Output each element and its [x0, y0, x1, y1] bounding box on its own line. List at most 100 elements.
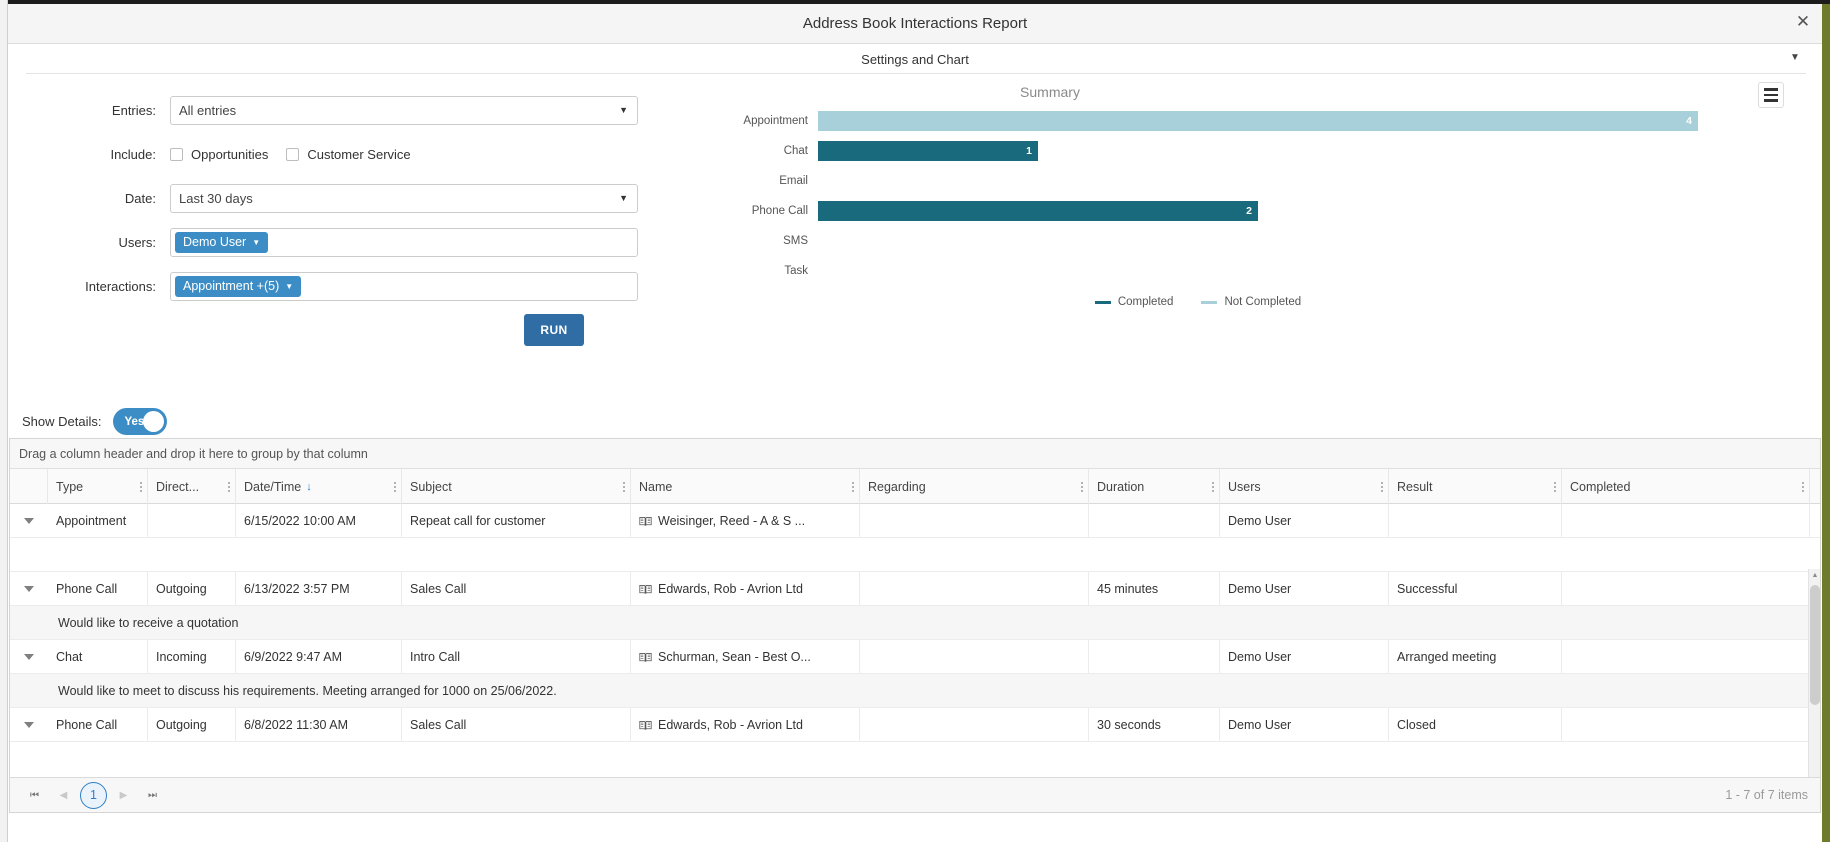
prev-page-icon[interactable]: ◀	[51, 783, 76, 808]
item-count-label: 1 - 7 of 7 items	[1725, 788, 1808, 802]
users-label: Users:	[118, 234, 156, 250]
chevron-down-icon: ▼	[252, 237, 261, 247]
legend-item[interactable]: Completed	[1094, 296, 1173, 308]
triangle-expand-icon[interactable]	[10, 572, 48, 606]
cell-type: Phone Call	[48, 708, 148, 742]
grid-vertical-scrollbar[interactable]: ▲	[1808, 569, 1820, 777]
cell-datetime: 6/13/2022 3:57 PM	[236, 572, 402, 606]
first-page-icon[interactable]: ⏮	[22, 783, 47, 808]
hamburger-icon[interactable]	[1758, 82, 1784, 108]
triangle-expand-icon[interactable]	[10, 504, 48, 538]
date-row: Date: Last 30 days ▼	[0, 176, 700, 220]
column-header-datetime[interactable]: Date/Time ↓	[236, 469, 402, 504]
column-header-type[interactable]: Type	[48, 469, 148, 504]
interactions-token[interactable]: Appointment +(5) ▼	[175, 275, 302, 297]
cell-result: Successful	[1389, 572, 1562, 606]
close-icon[interactable]: ✕	[1790, 8, 1816, 34]
interactions-token-label: Appointment +(5)	[183, 279, 280, 293]
column-menu-icon[interactable]	[394, 481, 396, 492]
chevron-down-icon: ▼	[619, 105, 628, 115]
chart-category-label: Email	[779, 175, 808, 187]
legend-item[interactable]: Not Completed	[1201, 296, 1301, 308]
cell-users: Demo User	[1220, 572, 1389, 606]
arrow-down-icon[interactable]: ↓	[306, 481, 312, 493]
chart-plot-area: Appointment 4 Chat 1 Email Phone Call 2 SMS Task	[700, 106, 1800, 286]
next-page-icon[interactable]: ▶	[111, 783, 136, 808]
cell-direction: Outgoing	[148, 572, 236, 606]
page-number-1[interactable]: 1	[80, 781, 107, 809]
table-row-detail	[10, 538, 1820, 572]
column-header-completed[interactable]: Completed	[1562, 469, 1810, 504]
column-header-result[interactable]: Result	[1389, 469, 1562, 504]
triangle-expand-icon[interactable]	[10, 708, 48, 742]
column-menu-icon[interactable]	[1081, 481, 1083, 492]
detail-text: Would like to meet to discuss his requir…	[58, 683, 557, 698]
customer-service-checkbox[interactable]	[286, 147, 300, 161]
column-menu-icon[interactable]	[1212, 481, 1214, 492]
entries-label: Entries:	[111, 102, 156, 118]
column-header-expander[interactable]	[10, 469, 48, 504]
column-header-label: Completed	[1570, 479, 1631, 494]
interactions-label: Interactions:	[85, 278, 156, 294]
chart-bar[interactable]: 4	[818, 111, 1698, 131]
column-header-subject[interactable]: Subject	[402, 469, 631, 504]
include-row: Include: Opportunities Customer Service	[0, 132, 700, 176]
column-header-direction[interactable]: Direct...	[148, 469, 236, 504]
settings-and-chart-header[interactable]: Settings and Chart	[8, 44, 1822, 74]
chart-bar[interactable]: 1	[818, 141, 1038, 161]
triangle-expand-icon[interactable]	[10, 640, 48, 674]
users-token-label: Demo User	[183, 235, 247, 249]
page-title: Address Book Interactions Report	[802, 15, 1028, 32]
column-header-duration[interactable]: Duration	[1089, 469, 1220, 504]
entries-select[interactable]: All entries ▼	[170, 95, 638, 125]
column-header-name[interactable]: Name	[631, 469, 860, 504]
date-select[interactable]: Last 30 days ▼	[170, 183, 638, 213]
users-multiselect[interactable]: Demo User ▼	[170, 227, 638, 257]
chart-track: 4	[818, 106, 1698, 136]
interactions-multiselect[interactable]: Appointment +(5) ▼	[170, 271, 638, 301]
chart-track	[818, 166, 1698, 196]
group-drop-area[interactable]: Drag a column header and drop it here to…	[10, 439, 1820, 469]
column-header-label: Type	[56, 479, 84, 494]
column-menu-icon[interactable]	[1554, 481, 1556, 492]
column-header-regarding[interactable]: Regarding	[860, 469, 1089, 504]
run-button[interactable]: RUN	[524, 314, 584, 346]
table-row[interactable]: Chat Incoming 6/9/2022 9:47 AM Intro Call Sc…	[10, 640, 1820, 674]
column-menu-icon[interactable]	[1802, 481, 1804, 492]
column-header-users[interactable]: Users	[1220, 469, 1389, 504]
scroll-up-icon[interactable]: ▲	[1809, 569, 1820, 581]
cell-name: Weisinger, Reed - A & S ...	[631, 504, 860, 538]
last-page-icon[interactable]: ⏭	[140, 783, 165, 808]
chevron-down-icon[interactable]: ▼	[1788, 50, 1802, 64]
column-header-label: Regarding	[868, 479, 926, 494]
title-bar: Address Book Interactions Report	[8, 4, 1822, 44]
column-header-label: Result	[1397, 479, 1433, 494]
show-details-toggle[interactable]: Yes	[113, 408, 168, 435]
cell-name-text: Weisinger, Reed - A & S ...	[658, 514, 806, 528]
users-token[interactable]: Demo User ▼	[175, 231, 269, 253]
column-menu-icon[interactable]	[228, 481, 230, 492]
column-menu-icon[interactable]	[1381, 481, 1383, 492]
table-row[interactable]: Appointment 6/15/2022 10:00 AM Repeat call…	[10, 504, 1820, 538]
settings-and-chart-label: Settings and Chart	[861, 51, 969, 67]
scrollbar-thumb[interactable]	[1810, 585, 1820, 705]
column-header-label: Subject	[410, 479, 452, 494]
column-menu-icon[interactable]	[623, 481, 625, 492]
cell-name: Edwards, Rob - Avrion Ltd	[631, 708, 860, 742]
chart-track: 2	[818, 196, 1698, 226]
column-menu-icon[interactable]	[140, 481, 142, 492]
cell-users: Demo User	[1220, 640, 1389, 674]
opportunities-checkbox[interactable]	[170, 147, 183, 161]
table-row[interactable]: Phone Call Outgoing 6/8/2022 11:30 AM Sales…	[10, 708, 1820, 742]
cell-regarding	[860, 640, 1089, 674]
cell-name-text: Edwards, Rob - Avrion Ltd	[658, 718, 803, 732]
chart-row: SMS	[700, 226, 1800, 256]
cell-subject: Sales Call	[402, 708, 631, 742]
pager: ⏮ ◀ 1 ▶ ⏭	[22, 781, 165, 809]
column-menu-icon[interactable]	[852, 481, 854, 492]
chart-bar[interactable]: 2	[818, 201, 1258, 221]
chart-track	[818, 256, 1698, 286]
table-row[interactable]: Phone Call Outgoing 6/13/2022 3:57 PM Sales…	[10, 572, 1820, 606]
cell-duration: 30 seconds	[1089, 708, 1220, 742]
cell-result: Closed	[1389, 708, 1562, 742]
